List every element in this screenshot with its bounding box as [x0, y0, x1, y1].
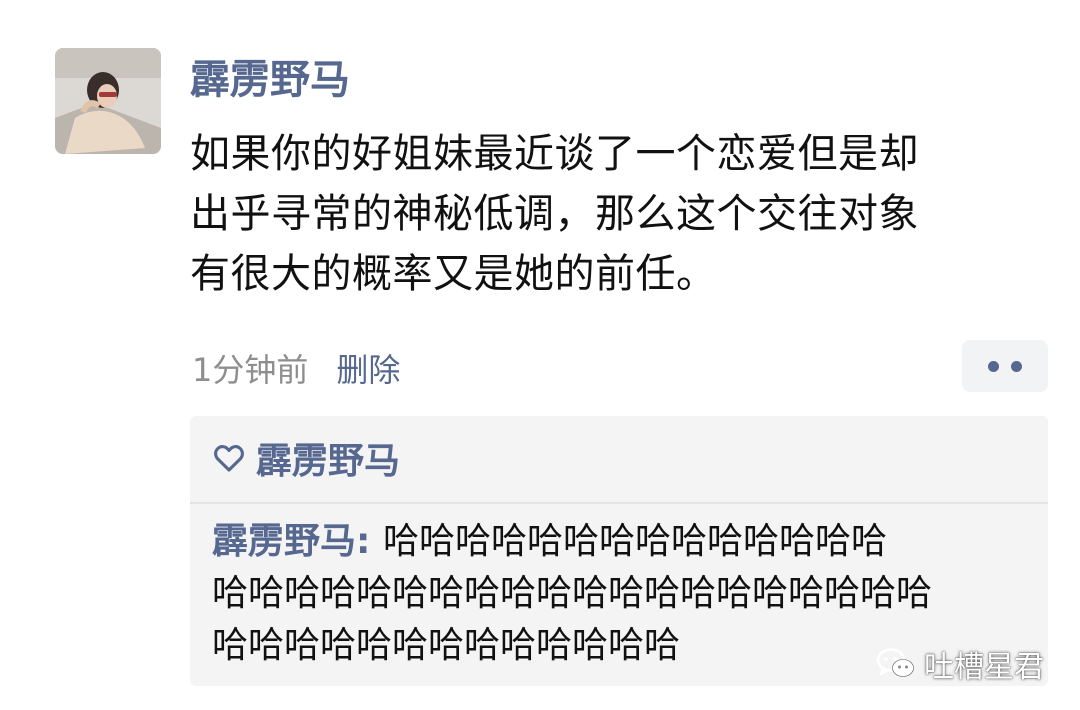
post-author-name[interactable]: 霹雳野马 [190, 52, 350, 108]
comment-separator: : [356, 521, 383, 562]
divider [190, 502, 1048, 504]
comment-author-name[interactable]: 霹雳野马 [212, 521, 356, 562]
post-line: 如果你的好姐妹最近谈了一个恋爱但是却 [190, 131, 919, 177]
avatar-image [55, 48, 161, 154]
liker-name[interactable]: 霹雳野马 [256, 432, 400, 484]
wechat-icon [876, 648, 914, 677]
post-timestamp: 1分钟前 [192, 351, 309, 389]
post-meta: 1分钟前 删除 [192, 340, 400, 396]
heart-icon [214, 445, 244, 472]
moment-post: 霹雳野马 如果你的好姐妹最近谈了一个恋爱但是却 出乎寻常的神秘低调，那么这个交往… [0, 0, 1080, 710]
post-content: 如果你的好姐妹最近谈了一个恋爱但是却 出乎寻常的神秘低调，那么这个交往对象 有很… [190, 124, 1030, 304]
more-dots-icon [1011, 360, 1022, 372]
more-dots-icon [988, 360, 999, 372]
more-actions-button[interactable] [962, 340, 1048, 392]
post-line: 出乎寻常的神秘低调，那么这个交往对象 [190, 191, 919, 237]
avatar[interactable] [55, 48, 161, 154]
delete-button[interactable]: 删除 [336, 345, 400, 391]
watermark: 吐槽星君 [876, 644, 1044, 685]
comment-line: 哈哈哈哈哈哈哈哈哈哈哈哈哈哈哈哈哈哈哈哈 [212, 573, 933, 614]
post-line: 有很大的概率又是她的前任。 [190, 251, 717, 297]
likes-row: 霹雳野马 [212, 432, 400, 484]
watermark-label: 吐槽星君 [924, 650, 1044, 685]
comment-line: 霹雳野马: 哈哈哈哈哈哈哈哈哈哈哈哈哈哈 [212, 516, 1042, 568]
comment-text: 哈哈哈哈哈哈哈哈哈哈哈哈哈哈 [382, 521, 887, 562]
